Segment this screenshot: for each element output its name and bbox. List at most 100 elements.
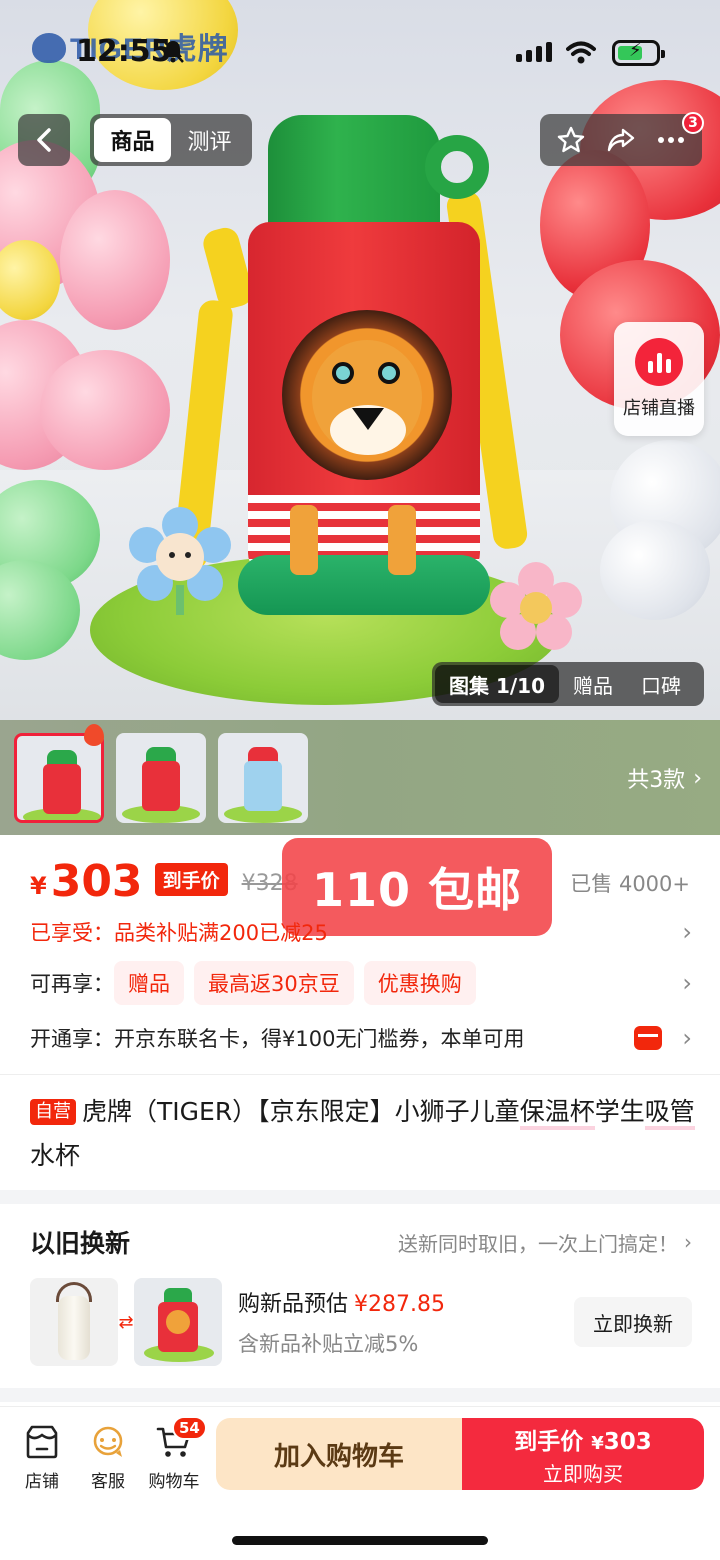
shop-live-label: 店铺直播 [623, 398, 695, 419]
old-item-image [30, 1278, 118, 1366]
subsidy-row[interactable]: 已享受：品类补贴满200已减25 › [30, 912, 692, 952]
chevron-right-icon: › [682, 918, 692, 946]
buy-now-label: 立即购买 [543, 1461, 623, 1486]
trade-in-note-text: 送新同时取旧，一次上门搞定！ [398, 1231, 678, 1256]
tiger-logo-icon [32, 33, 66, 63]
wifi-icon [566, 41, 596, 64]
share-icon[interactable] [602, 121, 640, 159]
more-offers-row[interactable]: 可再享： 赠品 最高返30京豆 优惠换购 › [30, 958, 692, 1008]
card-offer-text: 开通享：开京东联名卡，得¥100无门槛券，本单可用 [30, 1027, 525, 1051]
shop-icon [26, 1425, 58, 1459]
title-text-1: 虎牌（TIGER）【京东限定】小狮子儿童 [82, 1097, 520, 1126]
offer-chip-gift[interactable]: 赠品 [114, 961, 184, 1005]
offer-chip-tradeup[interactable]: 优惠换购 [363, 961, 476, 1005]
tab-gallery[interactable]: 图集 1/10 [435, 665, 560, 703]
new-item-image [134, 1278, 222, 1366]
swap-arrows-icon: ⇄ [118, 1311, 134, 1333]
service-nav-label: 客服 [91, 1472, 125, 1492]
chevron-right-icon: › [682, 969, 692, 997]
estimate-value: ¥287.85 [354, 1292, 445, 1317]
live-stream-icon [635, 338, 683, 386]
price-value: 303 [50, 856, 143, 907]
variant-count-link[interactable]: 共3款 › [627, 762, 702, 794]
subsidy-text: 已享受：品类补贴满200已减25 [30, 921, 328, 945]
credit-card-icon [634, 1026, 662, 1050]
shop-nav-label: 店铺 [25, 1472, 59, 1492]
title-text-2: 学生 [594, 1097, 645, 1126]
new-item-subsidy-text: 含新品补贴立减5% [238, 1332, 419, 1356]
product-review-tabs: 商品 测评 [90, 114, 252, 166]
cart-count-badge: 54 [172, 1416, 207, 1440]
trade-in-title: 以旧换新 [30, 1229, 131, 1258]
title-text-3: 水杯 [30, 1141, 81, 1170]
tab-product[interactable]: 商品 [94, 118, 171, 162]
price-currency: ¥ [30, 872, 47, 900]
divider [0, 1074, 720, 1075]
title-highlight-2: 吸管 [644, 1097, 695, 1130]
cart-nav-label: 购物车 [148, 1472, 200, 1492]
sold-count: 已售 4000+ [570, 872, 690, 896]
section-gap [0, 1388, 720, 1402]
product-title: 自营 虎牌（TIGER）【京东限定】小狮子儿童保温杯学生吸管水杯 [30, 1090, 698, 1178]
chevron-right-icon: › [682, 1024, 692, 1052]
variant-thumb-giraffe[interactable] [116, 732, 206, 823]
bottle-base [238, 555, 490, 615]
chevron-right-icon: › [693, 765, 702, 791]
lion-nose [352, 408, 384, 430]
top-right-actions [540, 114, 702, 166]
trade-in-info: 购新品预估 ¥287.85 含新品补贴立减5% [238, 1286, 574, 1358]
buy-now-price-line: 到手价 ¥303 [514, 1422, 652, 1456]
star-icon[interactable] [552, 121, 590, 159]
blue-flower-figure [129, 507, 231, 615]
bell-off-icon [162, 39, 184, 63]
co-brand-card-row[interactable]: 开通享：开京东联名卡，得¥100无门槛券，本单可用 › [30, 1016, 692, 1060]
shop-live-button[interactable]: 店铺直播 [614, 322, 704, 436]
section-gap [0, 1190, 720, 1204]
pink-flower-figure [490, 562, 582, 650]
estimate-label: 购新品预估 [238, 1292, 349, 1317]
buy-now-price-value: 303 [603, 1428, 652, 1455]
more-offers-label: 可再享： [30, 972, 114, 996]
trade-in-header[interactable]: 以旧换新 送新同时取旧，一次上门搞定！ › [30, 1222, 692, 1262]
tab-review[interactable]: 测评 [171, 118, 248, 162]
self-operated-badge: 自营 [30, 1099, 76, 1125]
add-to-cart-button[interactable]: 加入购物车 [216, 1418, 462, 1490]
variant-thumb-lion[interactable] [14, 732, 104, 823]
status-bar: TIGER虎牌 12:55 ⚡ [0, 0, 720, 100]
service-nav-button[interactable]: 客服 [78, 1425, 138, 1492]
hot-flame-icon [84, 724, 104, 746]
status-time: 12:55 [76, 34, 172, 69]
product-hero-image[interactable] [0, 0, 720, 720]
estimate-line: 购新品预估 ¥287.85 [238, 1286, 574, 1318]
bottle-cap [268, 115, 440, 235]
title-highlight-1: 保温杯 [519, 1097, 595, 1130]
tab-gifts[interactable]: 赠品 [559, 665, 627, 703]
lion-leg-right [388, 505, 416, 575]
lion-leg-left [290, 505, 318, 575]
tab-reputation[interactable]: 口碑 [627, 665, 695, 703]
offer-chip-jingdou[interactable]: 最高返30京豆 [194, 961, 354, 1005]
buy-now-button[interactable]: 到手价 ¥303 立即购买 [462, 1418, 704, 1490]
trade-in-note: 送新同时取旧，一次上门搞定！ › [398, 1228, 692, 1257]
variant-count-label: 共3款 [627, 768, 686, 793]
gallery-tabs: 图集 1/10 赠品 口碑 [432, 662, 704, 706]
home-indicator [232, 1536, 488, 1545]
shop-nav-button[interactable]: 店铺 [12, 1425, 72, 1492]
buy-now-price-currency: ¥ [591, 1432, 604, 1454]
back-button[interactable] [18, 114, 70, 166]
final-price-tag: 到手价 [154, 863, 228, 896]
trade-in-now-button[interactable]: 立即换新 [574, 1297, 692, 1347]
more-notification-badge: 3 [682, 112, 704, 134]
signal-icon [516, 42, 552, 62]
bottle-cap-ring [425, 135, 489, 199]
customer-service-icon [93, 1426, 123, 1457]
buy-now-price-label: 到手价 [514, 1428, 584, 1455]
trade-in-row: ⇄ 购新品预估 ¥287.85 含新品补贴立减5% 立即换新 [30, 1278, 692, 1366]
variant-thumbnail-strip [0, 720, 720, 835]
variant-thumb-panda[interactable] [218, 732, 308, 823]
chevron-right-icon: › [684, 1230, 692, 1254]
lion-eye-left [332, 362, 354, 384]
lion-eye-right [378, 362, 400, 384]
battery-charging-icon: ⚡ [612, 40, 665, 66]
chevron-left-icon [37, 128, 51, 152]
